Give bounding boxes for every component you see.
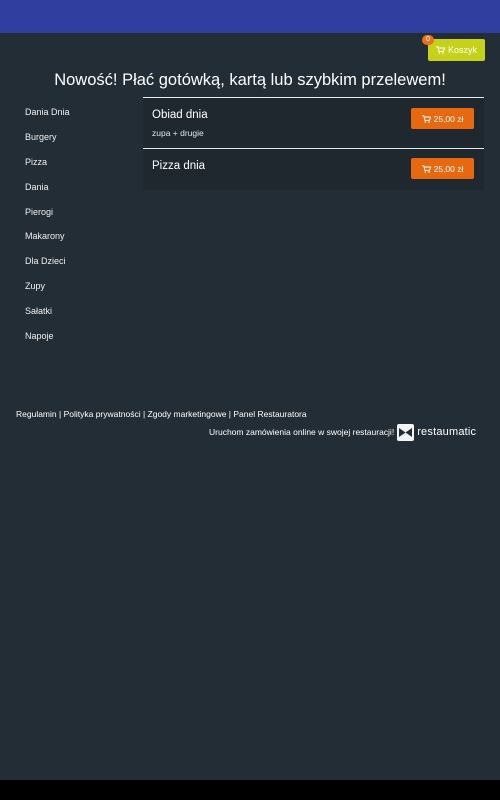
footer-link-restaurant-panel[interactable]: Panel Restauratora bbox=[233, 409, 306, 419]
menu-item-title: Pizza dnia bbox=[152, 160, 206, 172]
brand-name: restaumatic bbox=[417, 426, 477, 438]
sidebar-item-napoje[interactable]: Napoje bbox=[25, 323, 135, 348]
sidebar-item-dania[interactable]: Dania bbox=[25, 174, 135, 199]
menu-item-title: Obiad dnia bbox=[152, 109, 208, 121]
sidebar-item-burgery[interactable]: Burgery bbox=[25, 125, 135, 150]
price-label: 25,00 zł bbox=[433, 163, 464, 174]
shopping-cart-icon bbox=[421, 164, 431, 173]
sidebar-item-dla-dzieci[interactable]: Dla Dzieci bbox=[25, 249, 135, 274]
sidebar-item-makarony[interactable]: Makarony bbox=[25, 224, 135, 249]
shopping-cart-icon bbox=[436, 46, 445, 54]
bowtie-logo-icon bbox=[397, 423, 415, 441]
add-to-cart-button[interactable]: 25,00 zł bbox=[411, 158, 474, 179]
sidebar-item-pizza[interactable]: Pizza bbox=[25, 150, 135, 175]
price-label: 25,00 zł bbox=[433, 113, 464, 124]
sidebar-item-zupy[interactable]: Zupy bbox=[25, 274, 135, 299]
footer-link-regulamin[interactable]: Regulamin bbox=[16, 409, 57, 419]
menu-item[interactable]: Obiad dnia zupa + drugie 25,00 zł bbox=[143, 97, 484, 148]
add-to-cart-button[interactable]: 25,00 zł bbox=[411, 108, 474, 129]
page-headline: Nowość! Płać gotówką, kartą lub szybkim … bbox=[54, 71, 446, 89]
promo-text: Uruchom zamówienia online w swojej resta… bbox=[209, 427, 395, 437]
sidebar-item-salatki[interactable]: Sałatki bbox=[25, 298, 135, 323]
restaumatic-promo[interactable]: Uruchom zamówienia online w swojej resta… bbox=[209, 423, 485, 441]
cart-label: Koszyk bbox=[447, 45, 477, 55]
sidebar-item-dania-dnia[interactable]: Dania Dnia bbox=[25, 100, 135, 125]
menu-list: Obiad dnia zupa + drugie 25,00 zł Pizza … bbox=[143, 97, 484, 190]
sidebar-item-pierogi[interactable]: Pierogi bbox=[25, 199, 135, 224]
top-app-bar bbox=[0, 0, 500, 33]
shopping-cart-icon bbox=[421, 114, 431, 123]
cart-button[interactable]: Koszyk bbox=[428, 39, 485, 61]
category-sidebar: Dania Dnia Burgery Pizza Dania Pierogi M… bbox=[25, 100, 135, 348]
footer-links: Regulamin | Polityka prywatności | Zgody… bbox=[16, 409, 307, 419]
menu-item[interactable]: Pizza dnia 25,00 zł bbox=[143, 148, 484, 190]
cart-count-badge: 0 bbox=[422, 35, 434, 45]
bottom-system-bar bbox=[0, 780, 500, 800]
footer-link-privacy-policy[interactable]: Polityka prywatności bbox=[64, 409, 141, 419]
menu-item-description: zupa + drugie bbox=[152, 128, 204, 138]
footer-link-marketing-consents[interactable]: Zgody marketingowe bbox=[148, 409, 227, 419]
